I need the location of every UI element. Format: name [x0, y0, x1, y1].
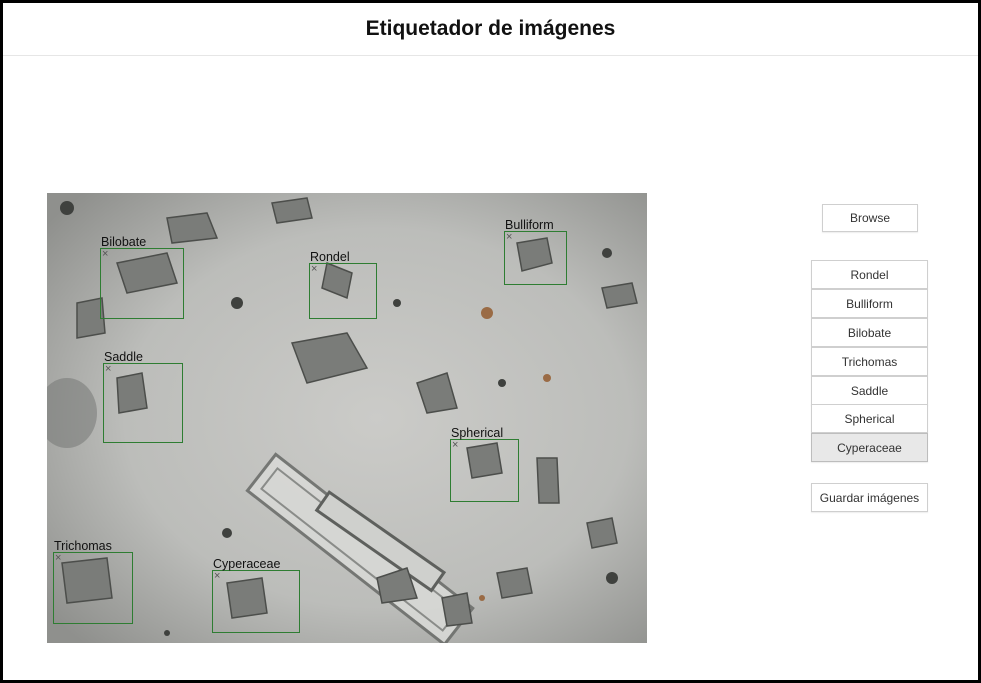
annotation-label: Bilobate — [101, 235, 147, 249]
label-button-trichomas[interactable]: Trichomas — [811, 347, 928, 376]
close-icon[interactable]: × — [311, 263, 317, 275]
label-button-rondel[interactable]: Rondel — [811, 260, 928, 289]
microscope-image-canvas[interactable]: Bilobate × Rondel × Bulliform × Saddle ×… — [47, 193, 647, 643]
annotation-box-trichomas[interactable]: Trichomas × — [53, 539, 133, 624]
page-title: Etiquetador de imágenes — [365, 17, 616, 40]
annotation-label: Rondel — [310, 250, 350, 264]
label-button-cyperaceae[interactable]: Cyperaceae — [811, 433, 928, 462]
close-icon[interactable]: × — [214, 570, 220, 582]
annotation-box-bilobate[interactable]: Bilobate × — [100, 235, 184, 319]
save-images-button[interactable]: Guardar imágenes — [811, 483, 928, 512]
label-button-bilobate[interactable]: Bilobate — [811, 318, 928, 347]
annotation-label: Saddle — [104, 350, 143, 364]
label-button-saddle[interactable]: Saddle — [811, 376, 928, 405]
annotation-label: Cyperaceae — [213, 557, 281, 571]
annotation-label: Trichomas — [54, 539, 112, 553]
close-icon[interactable]: × — [506, 231, 512, 243]
annotation-box-cyperaceae[interactable]: Cyperaceae × — [212, 557, 300, 633]
annotation-box-spherical[interactable]: Spherical × — [450, 426, 519, 502]
app-window: Etiquetador de imágenes Bilobate × Ronde… — [0, 0, 981, 683]
annotation-label: Spherical — [451, 426, 504, 440]
close-icon[interactable]: × — [55, 552, 61, 564]
close-icon[interactable]: × — [452, 439, 458, 451]
label-button-bulliform[interactable]: Bulliform — [811, 289, 928, 318]
close-icon[interactable]: × — [102, 248, 108, 260]
annotation-box-bulliform[interactable]: Bulliform × — [504, 218, 567, 285]
close-icon[interactable]: × — [105, 363, 111, 375]
app-header: Etiquetador de imágenes — [3, 3, 978, 56]
annotation-box-saddle[interactable]: Saddle × — [103, 350, 183, 443]
annotation-label: Bulliform — [505, 218, 554, 232]
browse-button[interactable]: Browse — [822, 204, 918, 232]
label-button-spherical[interactable]: Spherical — [811, 404, 928, 433]
annotation-box-rondel[interactable]: Rondel × — [309, 250, 377, 319]
